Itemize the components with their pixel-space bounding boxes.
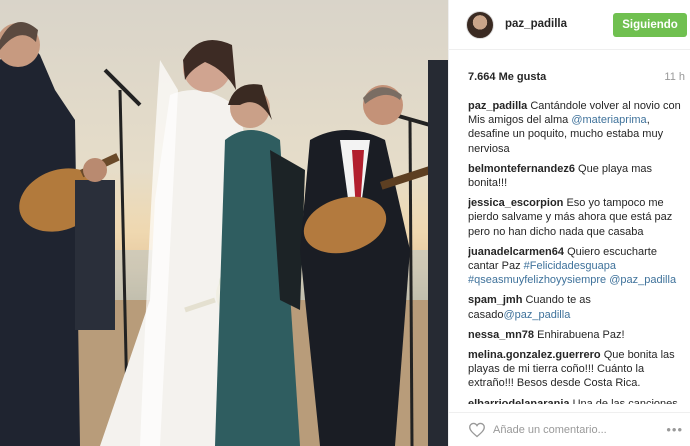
post-footer: ••• [449,412,690,446]
comment-author[interactable]: nessa_mn78 [468,329,534,341]
wedding-beach-photo [0,22,448,446]
comment-author[interactable]: juanadelcarmen64 [468,246,564,258]
comment: paz_padilla Cantándole volver al novio c… [468,99,686,156]
comment: belmontefernandez6 Que playa mas bonita!… [468,162,686,190]
comment-tag-link[interactable]: @materiaprima [571,114,646,126]
avatar[interactable] [466,11,494,39]
username-link[interactable]: paz_padilla [505,18,567,30]
like-count[interactable]: 7.664 Me gusta [468,71,546,83]
comment: jessica_escorpion Eso yo tampoco me pier… [468,196,686,239]
comment: nessa_mn78 Enhirabuena Paz! [468,328,686,342]
post-photo[interactable] [0,0,448,446]
post-header: paz_padilla Siguiendo [449,0,690,50]
comment-author[interactable]: belmontefernandez6 [468,163,575,175]
comment: spam_jmh Cuando te as casado@paz_padilla [468,293,686,321]
comment: elbarriodelanaranja Una de las canciones… [468,397,686,404]
comment-author[interactable]: spam_jmh [468,294,522,306]
comment-tag-link[interactable]: @paz_padilla [609,274,676,286]
comment: juanadelcarmen64 Quiero escucharte canta… [468,245,686,288]
comment-input[interactable] [493,421,653,439]
comment: melina.gonzalez.guerrero Que bonita las … [468,348,686,391]
following-button[interactable]: Siguiendo [613,13,687,37]
comment-list: paz_padilla Cantándole volver al novio c… [468,99,686,404]
post-stats: 7.664 Me gusta 11 h [449,50,690,90]
comment-tag-link[interactable]: #qseasmuyfelizhoyysiempre [468,274,606,286]
comment-text: Enhirabuena Paz! [537,328,625,341]
comment-tag-link[interactable]: #Felicidadesguapa [524,260,616,272]
post-timestamp[interactable]: 11 h [664,71,685,83]
heart-icon[interactable] [468,422,486,438]
more-options-icon[interactable]: ••• [666,423,683,436]
comment-tag-link[interactable]: @paz_padilla [503,309,570,321]
comment-author[interactable]: melina.gonzalez.guerrero [468,349,601,361]
comment-author[interactable]: paz_padilla [468,100,527,112]
post-side-panel: paz_padilla Siguiendo 7.664 Me gusta 11 … [448,0,690,446]
comment-author[interactable]: elbarriodelanaranja [468,398,570,404]
comment-author[interactable]: jessica_escorpion [468,197,563,209]
